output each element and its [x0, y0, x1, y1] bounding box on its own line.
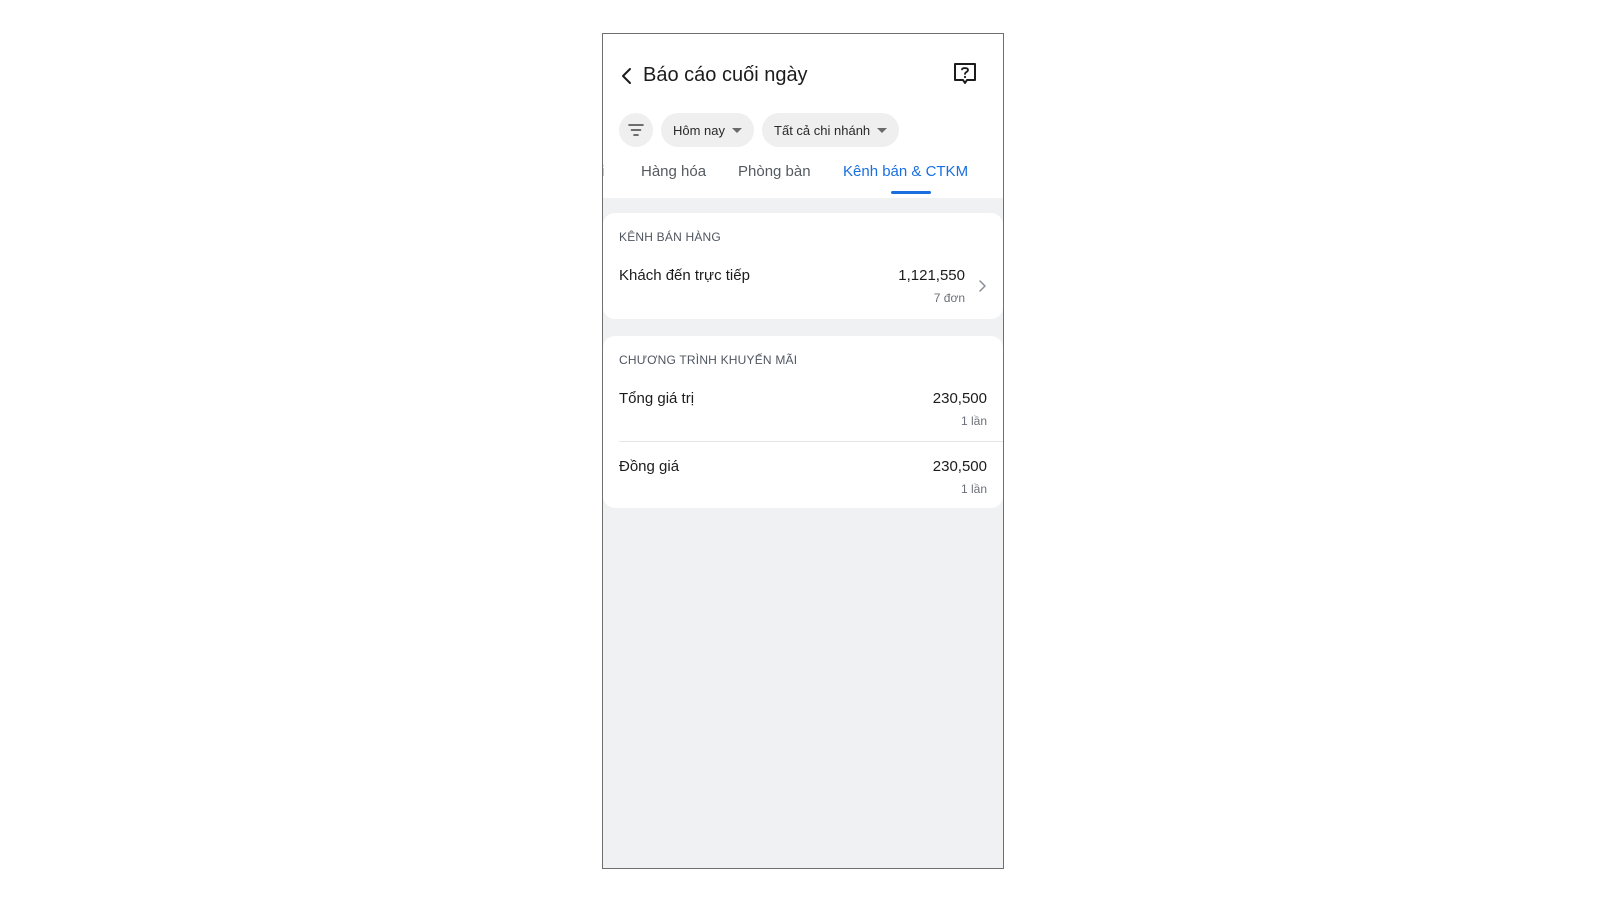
list-item-channel[interactable]: Khách đến trực tiếp 1,121,550 7 đơn [603, 263, 1003, 319]
date-filter-dropdown[interactable]: Hôm nay [661, 113, 755, 147]
back-button[interactable] [615, 64, 639, 88]
branch-filter-dropdown[interactable]: Tất cả chi nhánh [762, 113, 900, 147]
help-chat-icon [954, 63, 976, 84]
promotion-count: 1 lần [960, 414, 987, 428]
tab-channels-promotions[interactable]: Kênh bán & CTKM [843, 163, 968, 180]
filter-button[interactable] [619, 113, 653, 147]
sales-channels-title: KÊNH BÁN HÀNG [619, 230, 721, 244]
promotion-value: 230,500 [932, 390, 987, 407]
sales-channels-card: KÊNH BÁN HÀNG Khách đến trực tiếp 1,121,… [603, 213, 1003, 319]
tab-bar: i Hàng hóa Phòng bàn Kênh bán & CTKM [603, 156, 1003, 198]
active-tab-indicator [891, 191, 931, 194]
tab-tables[interactable]: Phòng bàn [738, 163, 811, 180]
chevron-right-icon [979, 280, 986, 292]
promotions-card: CHƯƠNG TRÌNH KHUYẾN MÃI Tổng giá trị 230… [603, 336, 1003, 508]
channel-value: 1,121,550 [898, 267, 965, 284]
tab-overview[interactable]: i [603, 163, 604, 180]
help-button[interactable] [951, 60, 979, 88]
filter-bar: Hôm nay Tất cả chi nhánh [619, 113, 900, 147]
app-screen: Báo cáo cuối ngày Hôm nay Tất cả chi nhá… [602, 33, 1004, 869]
chevron-left-icon [622, 68, 631, 84]
date-filter-label: Hôm nay [673, 122, 726, 138]
page-title: Báo cáo cuối ngày [643, 64, 808, 86]
promotions-title: CHƯƠNG TRÌNH KHUYẾN MÃI [619, 353, 798, 367]
filter-icon [628, 124, 644, 136]
promotion-count: 1 lần [960, 482, 987, 496]
channel-order-count: 7 đơn [933, 291, 965, 305]
header: Báo cáo cuối ngày Hôm nay Tất cả chi nhá… [603, 34, 1003, 198]
list-item-promotion: Đồng giá 230,500 1 lần [603, 454, 1003, 508]
caret-down-icon [877, 128, 888, 133]
list-item-promotion: Tổng giá trị 230,500 1 lần [603, 386, 1003, 442]
divider [619, 441, 1003, 442]
channel-label: Khách đến trực tiếp [619, 267, 750, 284]
promotion-label: Tổng giá trị [619, 390, 695, 407]
promotion-value: 230,500 [932, 458, 987, 475]
promotion-label: Đồng giá [619, 458, 680, 475]
caret-down-icon [732, 128, 743, 133]
branch-filter-label: Tất cả chi nhánh [774, 122, 871, 138]
tab-products[interactable]: Hàng hóa [641, 163, 706, 180]
